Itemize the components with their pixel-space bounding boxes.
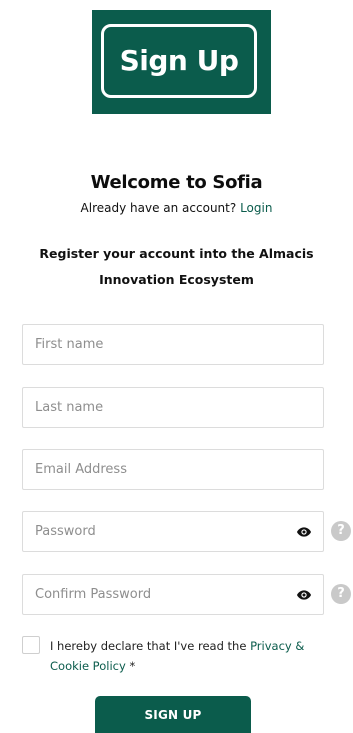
register-heading: Register your account into the Almacis I… [20, 241, 333, 293]
have-account-text: Already have an account? [80, 201, 237, 215]
sign-up-banner: Sign Up [92, 10, 271, 114]
register-line-2: Innovation Ecosystem [99, 272, 254, 287]
email-input[interactable] [23, 450, 323, 489]
consent-checkbox[interactable] [22, 636, 40, 654]
last-name-input[interactable] [23, 388, 323, 427]
required-mark: * [129, 659, 136, 673]
consent-text: I hereby declare that I've read the Priv… [50, 636, 340, 676]
confirm-password-input[interactable] [23, 575, 323, 614]
last-name-field-container [22, 387, 324, 428]
email-field-container [22, 449, 324, 490]
consent-label: I hereby declare that I've read the [50, 639, 247, 653]
first-name-input[interactable] [23, 325, 323, 364]
password-input[interactable] [23, 512, 323, 551]
confirm-password-help-icon[interactable]: ? [331, 584, 351, 604]
eye-icon[interactable] [295, 587, 313, 603]
first-name-field-container [22, 324, 324, 365]
register-line-1: Register your account into the Almacis [39, 246, 314, 261]
banner-title: Sign Up [119, 44, 239, 77]
sign-up-button[interactable]: SIGN UP [95, 696, 251, 733]
welcome-heading: Welcome to Sofia [90, 172, 263, 193]
eye-icon[interactable] [295, 524, 313, 540]
password-help-icon[interactable]: ? [331, 521, 351, 541]
login-link[interactable]: Login [240, 201, 272, 215]
banner-frame: Sign Up [101, 24, 257, 98]
confirm-password-field-container [22, 574, 324, 615]
have-account-line: Already have an account? Login [0, 201, 353, 215]
password-field-container [22, 511, 324, 552]
